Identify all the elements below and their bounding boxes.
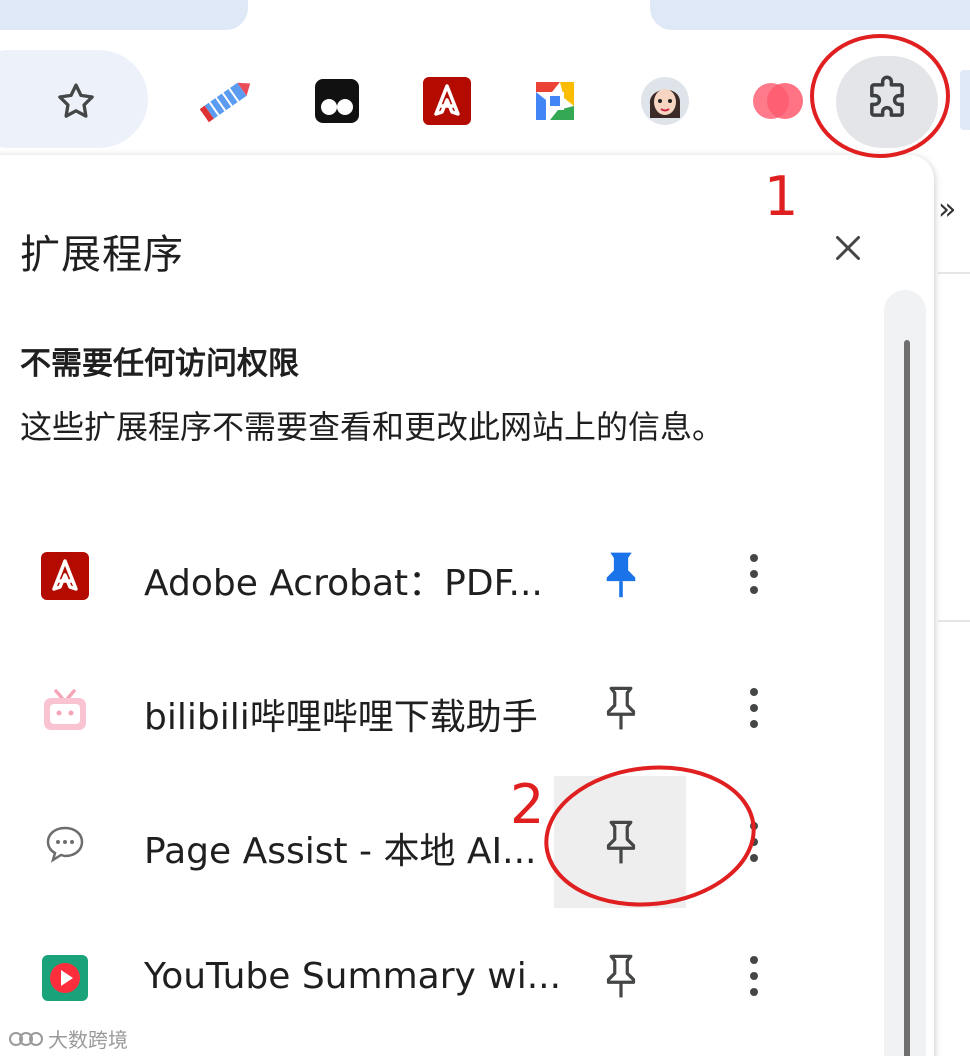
annotation-number-1: 1 [764, 165, 799, 228]
annotation-circle-1 [810, 34, 950, 158]
annotation-number-2: 2 [510, 773, 545, 836]
annotation-circle-2 [544, 765, 756, 907]
annotation-overlay [544, 34, 950, 907]
browser-window: » 扩展程序 不需要任何访问权限 这些扩展程序不需要查看和更改此网站上的信息。 … [0, 0, 970, 1056]
watermark-logo-icon [9, 1031, 43, 1046]
watermark-text: 大数跨境 [48, 1028, 128, 1052]
watermark: 大数跨境 [8, 1024, 128, 1053]
